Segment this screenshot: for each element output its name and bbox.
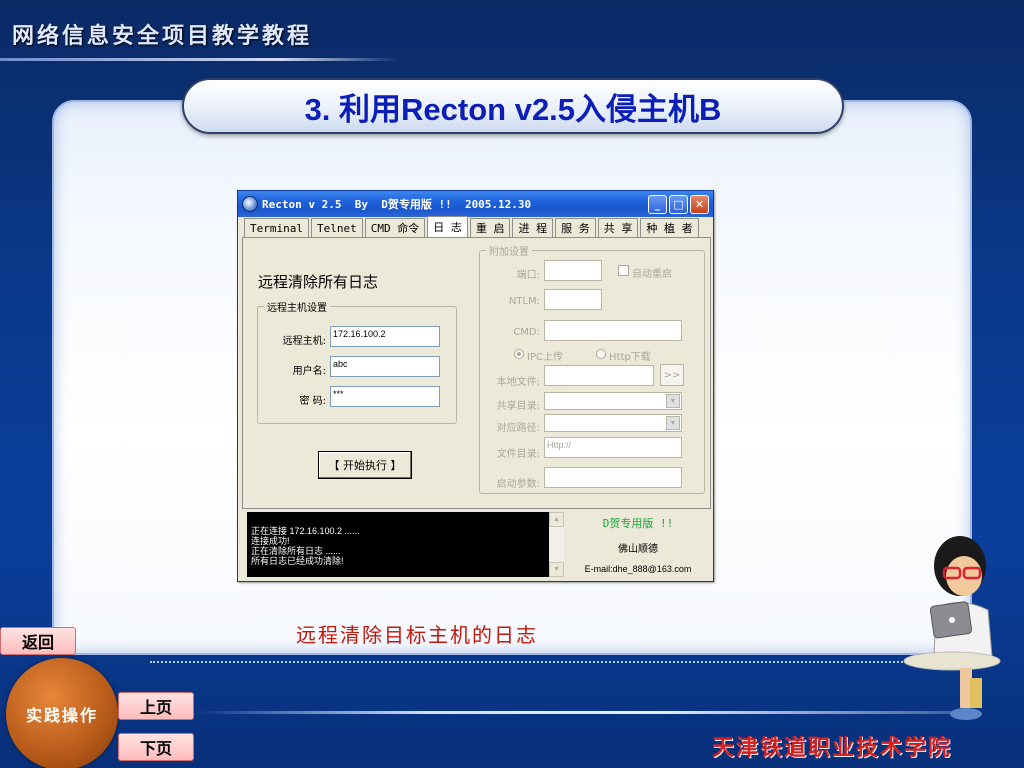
chevron-down-icon: ▼	[666, 394, 680, 408]
recton-window: Recton v 2.5 By D贺专用版 !! 2005.12.30 _ □ …	[237, 190, 714, 582]
bottom-divider	[195, 711, 965, 714]
launch-args-label: 启动参数:	[496, 479, 540, 490]
cmd-input[interactable]	[544, 320, 682, 341]
log-tab-panel: 远程清除所有日志 远程主机设置 远程主机: 172.16.100.2 用户名: …	[242, 237, 711, 509]
ntlm-label: NTLM:	[508, 296, 540, 307]
school-name: 天津铁道职业技术学院	[712, 735, 953, 761]
host-label: 远程主机:	[282, 336, 326, 347]
http-download-radio[interactable]	[596, 349, 606, 359]
remote-host-group: 远程主机设置 远程主机: 172.16.100.2 用户名: abc 密 码: …	[257, 299, 457, 424]
maximize-button[interactable]: □	[669, 195, 688, 214]
place-text: 佛山顺德	[618, 544, 658, 555]
minimize-button[interactable]: _	[648, 195, 667, 214]
window-title: Recton v 2.5 By D贺专用版 !! 2005.12.30	[262, 198, 532, 211]
tab-share[interactable]: 共 享	[597, 218, 639, 237]
course-title: 网络信息安全项目教学教程	[12, 23, 313, 49]
character-illustration	[903, 536, 1001, 720]
next-page-button[interactable]: 下页	[118, 733, 194, 761]
log-line: 正在清除所有日志 ......	[251, 546, 341, 556]
back-button[interactable]: 返回	[0, 627, 76, 655]
scroll-down-icon[interactable]: ▼	[549, 562, 564, 577]
file-dir-input[interactable]: Http://	[544, 437, 682, 458]
title-underline	[0, 58, 400, 61]
user-input[interactable]: abc	[330, 356, 440, 377]
log-scrollbar[interactable]: ▲ ▼	[549, 512, 564, 577]
launch-args-input[interactable]	[544, 467, 682, 488]
target-path-label: 对应路径:	[496, 423, 540, 434]
log-console: 正在连接 172.16.100.2 ...... 连接成功! 正在清除所有日志 …	[247, 512, 564, 577]
browse-button[interactable]: >>	[660, 364, 684, 386]
close-button[interactable]: ✕	[690, 195, 709, 214]
tab-bar: Terminal Telnet CMD 命令 日 志 重 启 进 程 服 务 共…	[244, 216, 701, 238]
slide-title: 3. 利用Recton v2.5入侵主机B	[304, 91, 722, 127]
tab-process[interactable]: 进 程	[512, 218, 554, 237]
tab-telnet[interactable]: Telnet	[310, 218, 363, 237]
log-heading: 远程清除所有日志	[258, 273, 379, 291]
port-label: 端口:	[516, 270, 540, 281]
remote-host-legend: 远程主机设置	[264, 299, 330, 314]
app-icon	[242, 196, 258, 212]
start-execute-button[interactable]: 【 开始执行 】	[318, 451, 412, 479]
tab-planter[interactable]: 种 植 者	[640, 218, 699, 237]
auto-restart-checkbox[interactable]	[618, 265, 629, 276]
password-label: 密 码:	[299, 396, 326, 407]
tab-service[interactable]: 服 务	[555, 218, 596, 237]
local-file-input[interactable]	[544, 365, 654, 386]
window-controls: _ □ ✕	[648, 195, 709, 214]
password-input[interactable]: ***	[330, 386, 440, 407]
log-line: 正在连接 172.16.100.2 ......	[251, 526, 360, 536]
tab-log[interactable]: 日 志	[427, 216, 468, 237]
ntlm-input[interactable]	[544, 289, 602, 310]
target-path-select[interactable]: ▼	[544, 414, 682, 432]
practice-button[interactable]: 实践操作	[6, 658, 118, 768]
info-block: D贺专用版 !! 佛山顺德 E-mail:dhe_888@163.com	[568, 515, 708, 574]
brand-text: D贺专用版 !!	[602, 517, 674, 530]
share-dir-select[interactable]: ▼	[544, 392, 682, 410]
email-text: E-mail:dhe_888@163.com	[584, 564, 692, 574]
ipc-upload-radio[interactable]	[514, 349, 524, 359]
slide-caption: 远程清除目标主机的日志	[296, 623, 538, 647]
slide-title-box: 3. 利用Recton v2.5入侵主机B	[182, 78, 844, 134]
divider	[150, 661, 950, 663]
tab-terminal[interactable]: Terminal	[244, 218, 309, 237]
window-titlebar[interactable]: Recton v 2.5 By D贺专用版 !! 2005.12.30 _ □ …	[238, 191, 713, 217]
scroll-up-icon[interactable]: ▲	[549, 512, 564, 527]
cmd-label: CMD:	[513, 327, 540, 338]
tab-cmd[interactable]: CMD 命令	[364, 218, 426, 237]
chevron-down-icon: ▼	[666, 416, 680, 430]
extra-settings-group: 附加设置 端口: 自动重启 NTLM: CMD: IPC上传 Http下载 本地…	[479, 243, 705, 494]
extra-settings-legend: 附加设置	[486, 243, 532, 258]
prev-page-button[interactable]: 上页	[118, 692, 194, 720]
log-line: 所有日志已经成功清除!	[251, 556, 344, 566]
user-label: 用户名:	[292, 366, 326, 377]
auto-restart-label: 自动重启	[632, 269, 672, 280]
tab-restart[interactable]: 重 启	[469, 218, 511, 237]
file-dir-label: 文件目录:	[496, 449, 540, 460]
http-download-label: Http下载	[609, 352, 651, 363]
ipc-upload-label: IPC上传	[527, 352, 563, 363]
share-dir-label: 共享目录:	[496, 401, 540, 412]
host-input[interactable]: 172.16.100.2	[330, 326, 440, 347]
log-line: 连接成功!	[251, 536, 290, 546]
local-file-label: 本地文件:	[496, 377, 540, 388]
port-input[interactable]	[544, 260, 602, 281]
